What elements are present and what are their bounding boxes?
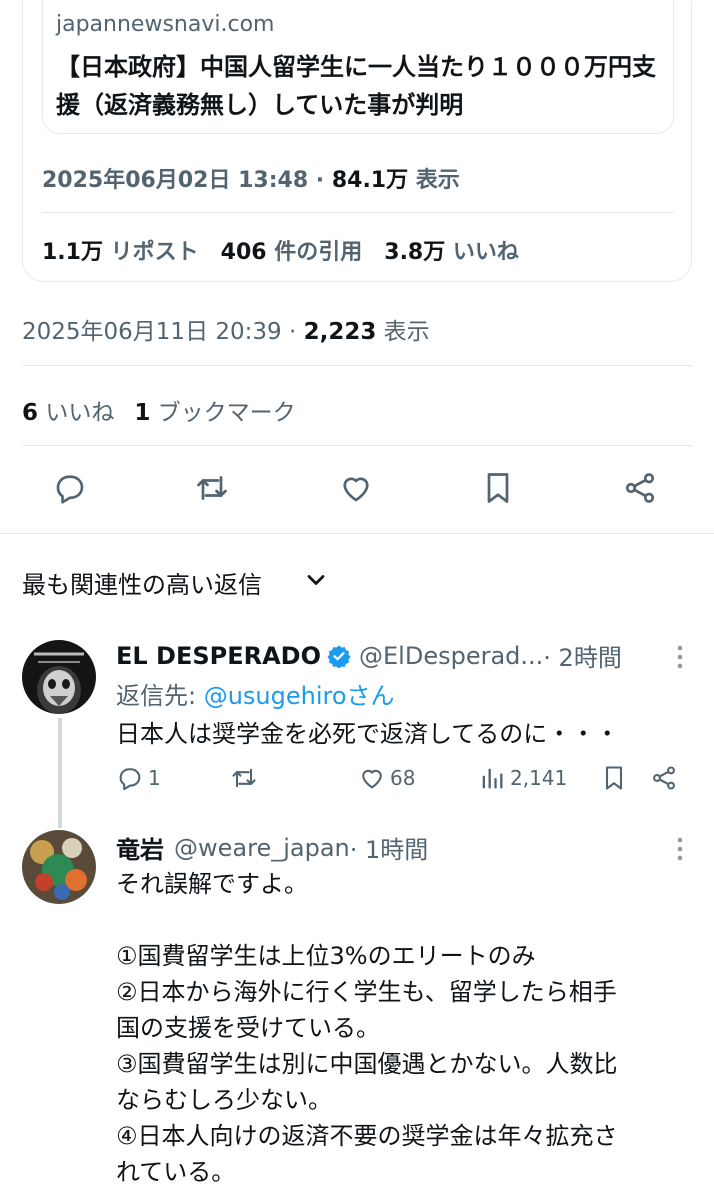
link-title: 【日本政府】中国人留学生に一人当たり１０００万円支援（返済義務無し）していた事が…: [56, 53, 656, 119]
reply-author-name[interactable]: EL DESPERADO: [116, 642, 321, 670]
quoted-views-label: 表示: [408, 168, 460, 193]
like-icon[interactable]: [338, 470, 378, 510]
share-button[interactable]: [650, 764, 678, 792]
tweet-engagement: 6 いいね 1 ブックマーク: [22, 393, 296, 427]
link-domain: japannewsnavi.com: [56, 12, 275, 37]
bookmark-icon: [605, 766, 623, 790]
quoted-tweet-stats: 1.1万 リポスト 406 件の引用 3.8万 いいね: [42, 234, 519, 266]
tweet-action-bar: [0, 470, 714, 512]
reply-count: 1: [148, 766, 161, 790]
reply-time: · 1時間: [349, 836, 429, 864]
divider: [22, 365, 692, 366]
divider: [0, 533, 714, 534]
reply-to: 返信先: @usugehiroさん: [116, 676, 395, 711]
avatar[interactable]: [22, 640, 96, 714]
views-icon: [482, 768, 503, 789]
like-count: 68: [390, 766, 416, 790]
avatar[interactable]: [22, 830, 96, 904]
like-button[interactable]: 68: [358, 764, 415, 792]
reply-text: 日本人は奨学金を必死で返済してるのに・・・: [116, 720, 620, 748]
likes-count: 6: [22, 400, 39, 426]
tweet-meta: 2025年06月11日 20:39 · 2,223 表示: [22, 312, 430, 346]
reply-text: それ誤解ですよ。 ①国費留学生は上位3%のエリートのみ ②日本から海外に行く学生…: [116, 870, 618, 1186]
bookmarks-count: 1: [134, 400, 151, 426]
reply-author-handle[interactable]: @ElDesperad...: [359, 642, 543, 670]
more-options-icon[interactable]: [676, 644, 684, 670]
quoted-quotes-label[interactable]: 件の引用: [267, 240, 362, 265]
like-icon: [362, 769, 382, 789]
share-icon: [653, 766, 675, 790]
quoted-quotes-count: 406: [220, 240, 267, 265]
views-button[interactable]: 2,141: [478, 764, 567, 792]
reply-header: 竜岩 @weare_japan · 1時間: [116, 830, 428, 865]
views-count: 2,141: [510, 766, 568, 790]
quoted-views-count: 84.1万: [331, 168, 409, 193]
bookmark-icon[interactable]: [480, 470, 520, 510]
chevron-down-icon[interactable]: [302, 566, 330, 594]
bookmark-button[interactable]: [600, 764, 628, 792]
reply-to-mention[interactable]: @usugehiroさん: [204, 682, 395, 710]
quoted-reposts-label[interactable]: リポスト: [103, 240, 199, 265]
tweet-date[interactable]: 2025年06月11日 20:39 ·: [22, 319, 304, 345]
reply-sort-label[interactable]: 最も関連性の高い返信: [22, 565, 262, 600]
reply-icon[interactable]: [52, 470, 92, 510]
repost-icon[interactable]: [194, 470, 234, 510]
repost-button[interactable]: [230, 764, 262, 792]
reply-header: EL DESPERADO @ElDesperad... · 2時間: [116, 638, 622, 673]
reply-author-handle[interactable]: @weare_japan: [174, 834, 350, 862]
likes-label[interactable]: いいね: [38, 400, 114, 426]
thread-line: [58, 718, 62, 828]
bookmarks-label[interactable]: ブックマーク: [150, 400, 296, 426]
reply-icon: [119, 768, 141, 791]
quoted-reposts-count: 1.1万: [42, 240, 103, 265]
tweet-views-count: 2,223: [303, 319, 377, 345]
tweet-views-label: 表示: [376, 319, 430, 345]
quoted-likes-count: 3.8万: [384, 240, 446, 265]
verified-badge-icon: [327, 644, 351, 668]
divider: [22, 445, 692, 446]
quoted-date: 2025年06月02日 13:48 ·: [42, 168, 332, 193]
divider: [42, 212, 674, 213]
reply-action-bar: 1 68 2,141: [116, 764, 686, 800]
repost-icon: [232, 768, 256, 788]
quoted-likes-label[interactable]: いいね: [445, 240, 519, 265]
share-icon[interactable]: [622, 470, 662, 510]
reply-author-name[interactable]: 竜岩: [116, 830, 164, 865]
quoted-tweet-meta: 2025年06月02日 13:48 · 84.1万 表示: [42, 162, 460, 194]
reply-button[interactable]: 1: [116, 764, 161, 792]
reply-time: · 2時間: [543, 644, 622, 672]
more-options-icon[interactable]: [676, 836, 684, 862]
reply-to-label: 返信先:: [116, 682, 204, 710]
